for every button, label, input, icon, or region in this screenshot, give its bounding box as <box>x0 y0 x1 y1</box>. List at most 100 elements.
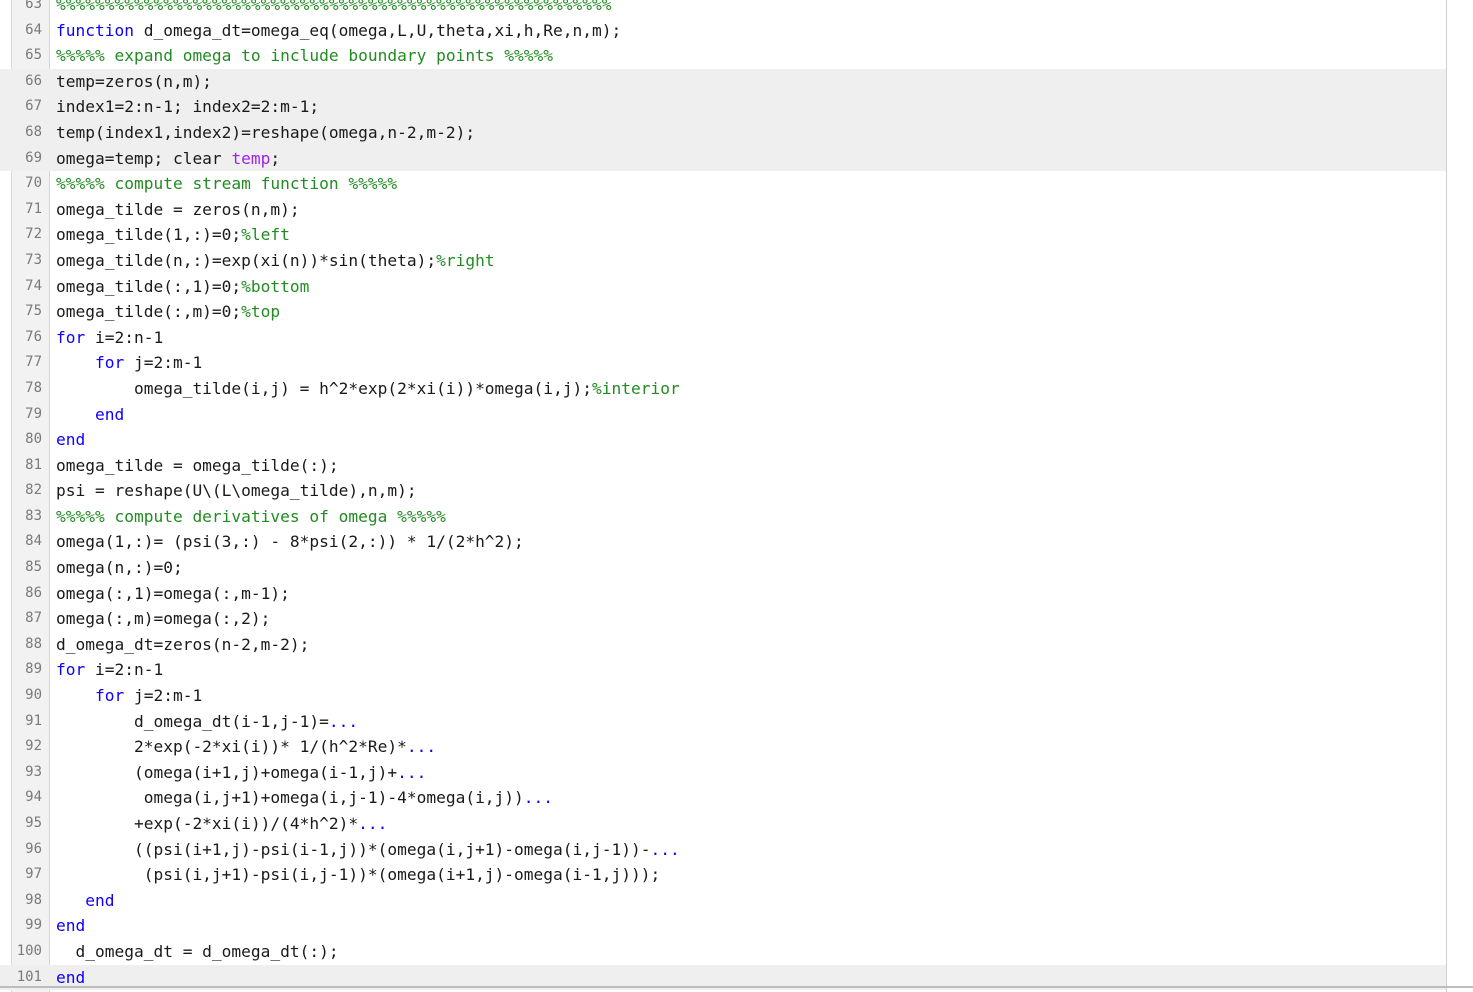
code-line[interactable]: 83 %%%%% compute derivatives of omega %%%… <box>0 504 1446 530</box>
code-text[interactable]: ((psi(i+1,j)-psi(i-1,j))*(omega(i,j+1)-o… <box>56 837 680 863</box>
code-text[interactable]: for j=2:m-1 <box>56 350 202 376</box>
code-text[interactable]: temp=zeros(n,m); <box>56 69 212 95</box>
line-number: 98 <box>25 891 42 908</box>
code-line[interactable]: 92 2*exp(-2*xi(i))* 1/(h^2*Re)*... <box>0 734 1446 760</box>
code-text[interactable]: %%%%% expand omega to include boundary p… <box>56 43 553 69</box>
code-text[interactable]: omega=temp; clear temp; <box>56 146 280 172</box>
line-number: 66 <box>25 72 42 89</box>
line-number: 84 <box>25 533 42 550</box>
code-token: j=2:m-1 <box>124 353 203 373</box>
code-text[interactable]: omega_tilde(i,j) = h^2*exp(2*xi(i))*omeg… <box>56 376 680 402</box>
code-line[interactable]: 89 for i=2:n-1 <box>0 657 1446 683</box>
code-token: j=2:m-1 <box>124 686 203 706</box>
code-text[interactable]: omega(1,:)= (psi(3,:) - 8*psi(2,:)) * 1/… <box>56 529 524 555</box>
code-line[interactable]: 88 d_omega_dt=zeros(n-2,m-2); <box>0 632 1446 658</box>
line-number: 94 <box>25 789 42 806</box>
code-text[interactable]: for j=2:m-1 <box>56 683 202 709</box>
code-text[interactable]: for i=2:n-1 <box>56 657 163 683</box>
code-line[interactable]: 90 for j=2:m-1 <box>0 683 1446 709</box>
code-text[interactable]: %%%%% compute derivatives of omega %%%%% <box>56 504 446 530</box>
code-text[interactable]: +exp(-2*xi(i))/(4*h^2)*... <box>56 811 387 837</box>
code-line[interactable]: 98 end <box>0 888 1446 914</box>
code-line[interactable]: 100 d_omega_dt = d_omega_dt(:); <box>0 939 1446 965</box>
line-number: 96 <box>25 840 42 857</box>
code-text[interactable]: omega_tilde(1,:)=0;%left <box>56 222 290 248</box>
code-text[interactable]: (psi(i,j+1)-psi(i,j-1))*(omega(i+1,j)-om… <box>56 862 661 888</box>
code-text[interactable]: omega_tilde(n,:)=exp(xi(n))*sin(theta);%… <box>56 248 495 274</box>
code-text[interactable]: omega_tilde = zeros(n,m); <box>56 197 300 223</box>
code-text[interactable]: d_omega_dt(i-1,j-1)=... <box>56 709 358 735</box>
code-text[interactable]: end <box>56 888 114 914</box>
code-line[interactable]: 94 omega(i,j+1)+omega(i,j-1)-4*omega(i,j… <box>0 785 1446 811</box>
code-line[interactable]: 71 omega_tilde = zeros(n,m); <box>0 197 1446 223</box>
code-line[interactable]: 86 omega(:,1)=omega(:,m-1); <box>0 581 1446 607</box>
code-line[interactable]: 78 omega_tilde(i,j) = h^2*exp(2*xi(i))*o… <box>0 376 1446 402</box>
code-token: omega_tilde(:,1)=0; <box>56 276 242 296</box>
code-text[interactable]: temp(index1,index2)=reshape(omega,n-2,m-… <box>56 120 475 146</box>
code-line[interactable]: 81 omega_tilde = omega_tilde(:); <box>0 453 1446 479</box>
code-token: omega(i,j+1)+omega(i,j-1)-4*omega(i,j)) <box>56 788 524 808</box>
line-number: 69 <box>25 149 42 166</box>
code-line[interactable]: 72 omega_tilde(1,:)=0;%left <box>0 222 1446 248</box>
code-line[interactable]: 87 omega(:,m)=omega(:,2); <box>0 606 1446 632</box>
code-text[interactable]: index1=2:n-1; index2=2:m-1; <box>56 94 319 120</box>
code-line[interactable]: 74 omega_tilde(:,1)=0;%bottom <box>0 274 1446 300</box>
code-text[interactable]: psi = reshape(U\(L\omega_tilde),n,m); <box>56 478 417 504</box>
code-text[interactable]: omega(i,j+1)+omega(i,j-1)-4*omega(i,j)).… <box>56 785 553 811</box>
code-line[interactable]: 70 %%%%% compute stream function %%%%% <box>0 171 1446 197</box>
code-line[interactable]: 84 omega(1,:)= (psi(3,:) - 8*psi(2,:)) * … <box>0 529 1446 555</box>
code-line[interactable]: 91 d_omega_dt(i-1,j-1)=... <box>0 709 1446 735</box>
code-text[interactable]: end <box>56 402 124 428</box>
code-line[interactable]: 73 omega_tilde(n,:)=exp(xi(n))*sin(theta)… <box>0 248 1446 274</box>
code-line[interactable]: 63%%%%%%%%%%%%%%%%%%%%%%%%%%%%%%%%%%%%%%… <box>0 0 1446 18</box>
code-text[interactable]: omega_tilde(:,1)=0;%bottom <box>56 274 309 300</box>
code-line[interactable]: 69 omega=temp; clear temp; <box>0 145 1446 172</box>
line-number: 82 <box>25 482 42 499</box>
code-token: i=2:n-1 <box>85 660 164 680</box>
code-text[interactable]: omega_tilde = omega_tilde(:); <box>56 453 339 479</box>
code-lines[interactable]: 63%%%%%%%%%%%%%%%%%%%%%%%%%%%%%%%%%%%%%%… <box>0 0 1446 991</box>
code-line[interactable]: 96 ((psi(i+1,j)-psi(i-1,j))*(omega(i,j+1… <box>0 837 1446 863</box>
line-number: 87 <box>25 610 42 627</box>
code-text[interactable]: for i=2:n-1 <box>56 325 163 351</box>
code-line[interactable]: 82 psi = reshape(U\(L\omega_tilde),n,m); <box>0 478 1446 504</box>
comment-token: %interior <box>592 378 680 398</box>
code-line[interactable]: 64 function d_omega_dt=omega_eq(omega,L,U… <box>0 18 1446 44</box>
code-token: temp=zeros(n,m); <box>56 71 212 91</box>
line-number: 100 <box>16 942 42 959</box>
line-number: 80 <box>25 431 42 448</box>
code-text[interactable]: end <box>56 427 85 453</box>
code-text[interactable]: 2*exp(-2*xi(i))* 1/(h^2*Re)*... <box>56 734 436 760</box>
code-token: d_omega_dt=zeros(n-2,m-2); <box>56 634 310 654</box>
code-line[interactable]: 79 end <box>0 402 1446 428</box>
code-line[interactable]: 77 for j=2:m-1 <box>0 350 1446 376</box>
code-line[interactable]: 80 end <box>0 427 1446 453</box>
code-line[interactable]: 97 (psi(i,j+1)-psi(i,j-1))*(omega(i+1,j)… <box>0 862 1446 888</box>
line-number: 92 <box>25 738 42 755</box>
continuation-token: ... <box>523 788 554 808</box>
code-line[interactable]: 93 (omega(i+1,j)+omega(i-1,j)+... <box>0 760 1446 786</box>
code-text[interactable]: end <box>56 913 85 939</box>
code-text[interactable]: (omega(i+1,j)+omega(i-1,j)+... <box>56 760 426 786</box>
code-line[interactable]: 85 omega(n,:)=0; <box>0 555 1446 581</box>
code-line[interactable]: 75 omega_tilde(:,m)=0;%top <box>0 299 1446 325</box>
code-text[interactable]: d_omega_dt=zeros(n-2,m-2); <box>56 632 309 658</box>
code-text[interactable]: omega(:,1)=omega(:,m-1); <box>56 581 290 607</box>
code-line[interactable]: 65 %%%%% expand omega to include boundary… <box>0 43 1446 69</box>
code-text[interactable]: function d_omega_dt=omega_eq(omega,L,U,t… <box>56 18 621 44</box>
code-line[interactable]: 66 temp=zeros(n,m); <box>0 68 1446 95</box>
code-text[interactable]: %%%%%%%%%%%%%%%%%%%%%%%%%%%%%%%%%%%%%%%%… <box>56 0 612 18</box>
code-text[interactable]: omega(n,:)=0; <box>56 555 183 581</box>
code-line[interactable]: 67 index1=2:n-1; index2=2:m-1; <box>0 94 1446 120</box>
code-text[interactable]: d_omega_dt = d_omega_dt(:); <box>56 939 338 965</box>
code-editor[interactable]: 63%%%%%%%%%%%%%%%%%%%%%%%%%%%%%%%%%%%%%%… <box>0 0 1473 992</box>
code-line[interactable]: 99 end <box>0 913 1446 939</box>
code-line[interactable]: 68 temp(index1,index2)=reshape(omega,n-2,… <box>0 119 1446 146</box>
code-token: omega(:,m)=omega(:,2); <box>56 609 271 629</box>
code-text[interactable]: omega(:,m)=omega(:,2); <box>56 606 270 632</box>
line-number: 73 <box>25 251 42 268</box>
code-line[interactable]: 95 +exp(-2*xi(i))/(4*h^2)*... <box>0 811 1446 837</box>
code-text[interactable]: omega_tilde(:,m)=0;%top <box>56 299 280 325</box>
code-text[interactable]: %%%%% compute stream function %%%%% <box>56 171 397 197</box>
code-line[interactable]: 76 for i=2:n-1 <box>0 325 1446 351</box>
